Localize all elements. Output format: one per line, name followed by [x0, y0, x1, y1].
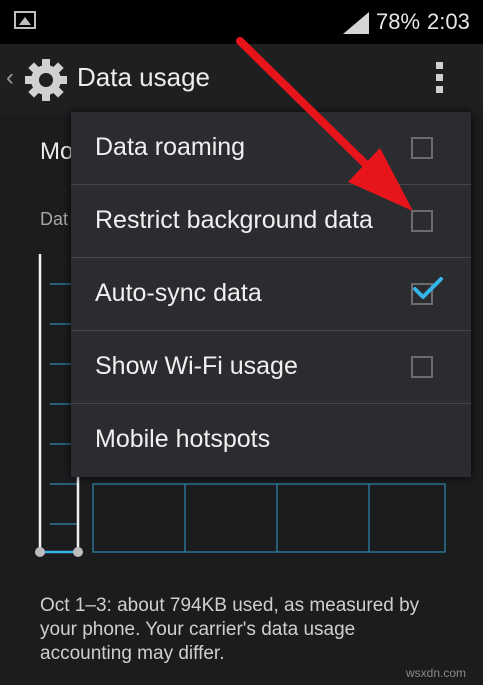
mobile-data-row-label[interactable]: Mo: [40, 138, 74, 166]
menu-item-restrict-background-data[interactable]: Restrict background data: [71, 185, 471, 258]
settings-gear-icon[interactable]: [22, 56, 70, 104]
back-chevron-icon[interactable]: ‹: [6, 64, 14, 92]
chart-start-handle[interactable]: [35, 547, 45, 557]
menu-item-auto-sync-data[interactable]: Auto-sync data: [71, 258, 471, 331]
menu-item-label: Data roaming: [95, 133, 246, 161]
menu-item-label: Restrict background data: [95, 206, 373, 234]
usage-footnote: Oct 1–3: about 794KB used, as measured b…: [40, 595, 420, 664]
page-title: Data usage: [77, 62, 210, 92]
checkmark-icon: [413, 277, 443, 299]
menu-item-data-roaming[interactable]: Data roaming: [71, 112, 471, 185]
menu-item-label: Auto-sync data: [95, 279, 262, 307]
restrict-background-data-checkbox[interactable]: [411, 210, 433, 232]
battery-percentage: 78%: [376, 9, 421, 34]
chart-end-handle[interactable]: [73, 547, 83, 557]
signal-strength-icon: [343, 12, 369, 34]
data-cycle-label: Dat: [40, 209, 69, 229]
overflow-menu-icon[interactable]: [436, 62, 444, 96]
menu-item-show-wifi-usage[interactable]: Show Wi-Fi usage: [71, 331, 471, 404]
menu-item-label: Mobile hotspots: [95, 425, 271, 453]
menu-item-mobile-hotspots[interactable]: Mobile hotspots: [71, 404, 471, 477]
show-wifi-usage-checkbox[interactable]: [411, 356, 433, 378]
action-bar: ‹ Data usage: [0, 44, 483, 114]
status-bar: 78% 2:03: [0, 0, 483, 44]
overflow-dropdown-menu: Data roaming Restrict background data Au…: [71, 112, 471, 477]
clock-time: 2:03: [427, 9, 470, 34]
auto-sync-data-checkbox[interactable]: [411, 277, 443, 305]
image-notification-icon: [14, 11, 36, 29]
data-roaming-checkbox[interactable]: [411, 137, 433, 159]
menu-item-label: Show Wi-Fi usage: [95, 352, 298, 380]
watermark-text: wsxdn.com: [406, 666, 467, 680]
